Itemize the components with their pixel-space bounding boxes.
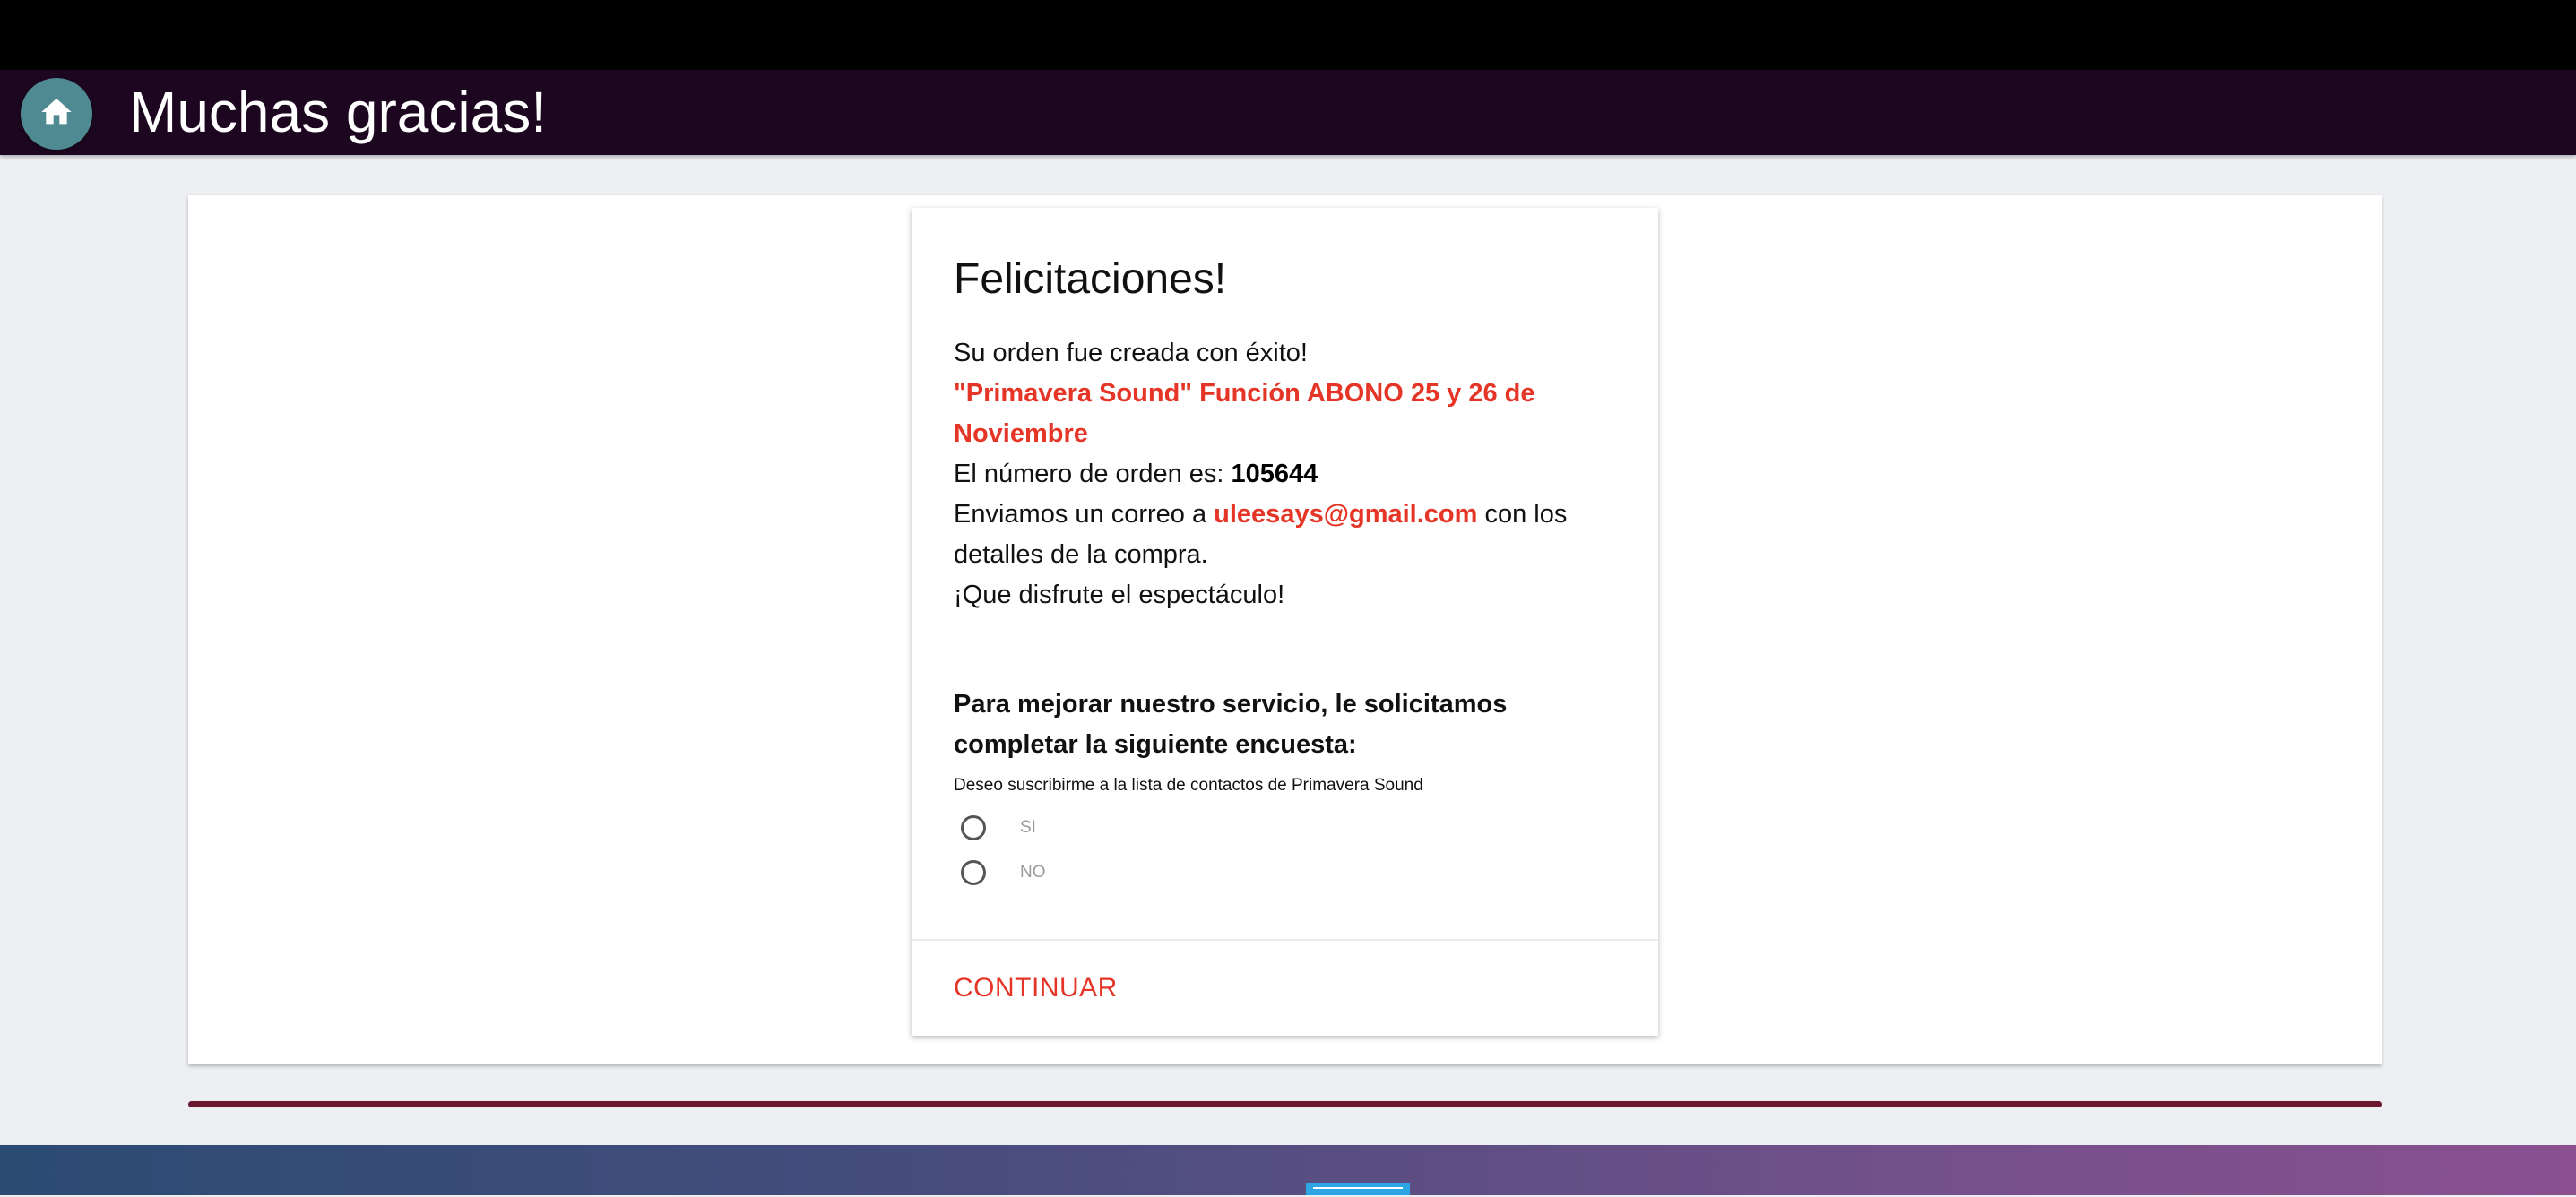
main-panel: Felicitaciones! Su orden fue creada con … — [188, 195, 2382, 1064]
radio-si[interactable] — [961, 815, 986, 840]
order-message: Su orden fue creada con éxito! "Primaver… — [954, 333, 1617, 616]
option-si-label[interactable]: SI — [1020, 818, 1036, 838]
email-address: uleesays@gmail.com — [1214, 500, 1478, 529]
page-title: Muchas gracias! — [129, 80, 547, 144]
email-prefix: Enviamos un correo a — [954, 500, 1207, 529]
footer — [0, 1145, 2576, 1195]
footer-logo — [1306, 1183, 1410, 1195]
success-text: Su orden fue creada con éxito! — [954, 339, 1308, 367]
footer-logo-mark — [1313, 1187, 1403, 1197]
confirmation-card: Felicitaciones! Su orden fue creada con … — [912, 208, 1658, 1036]
home-button[interactable] — [21, 78, 92, 150]
top-black-bar — [0, 0, 2576, 70]
card-divider — [912, 939, 1658, 941]
event-name: "Primavera Sound" Función ABONO 25 y 26 … — [954, 379, 1535, 448]
home-icon — [39, 94, 74, 134]
option-si[interactable]: SI — [954, 810, 1036, 846]
email-line: Enviamos un correo a uleesays@gmail.com … — [954, 495, 1617, 575]
order-label: El número de orden es: — [954, 460, 1224, 488]
option-no[interactable]: NO — [954, 855, 1046, 891]
survey-title: Para mejorar nuestro servicio, le solici… — [954, 690, 1508, 759]
survey-question: Deseo suscribirme a la lista de contacto… — [954, 776, 1423, 795]
card-title: Felicitaciones! — [954, 255, 1227, 303]
enjoy-text: ¡Que disfrute el espectáculo! — [954, 581, 1285, 609]
order-number-line: El número de orden es: 105644 — [954, 454, 1617, 495]
continue-button[interactable]: CONTINUAR — [954, 973, 1118, 1003]
option-no-label[interactable]: NO — [1020, 863, 1046, 883]
order-number: 105644 — [1231, 460, 1318, 488]
app-header: Muchas gracias! — [0, 70, 2576, 155]
radio-no[interactable] — [961, 860, 986, 885]
section-divider-bar — [188, 1101, 2382, 1107]
